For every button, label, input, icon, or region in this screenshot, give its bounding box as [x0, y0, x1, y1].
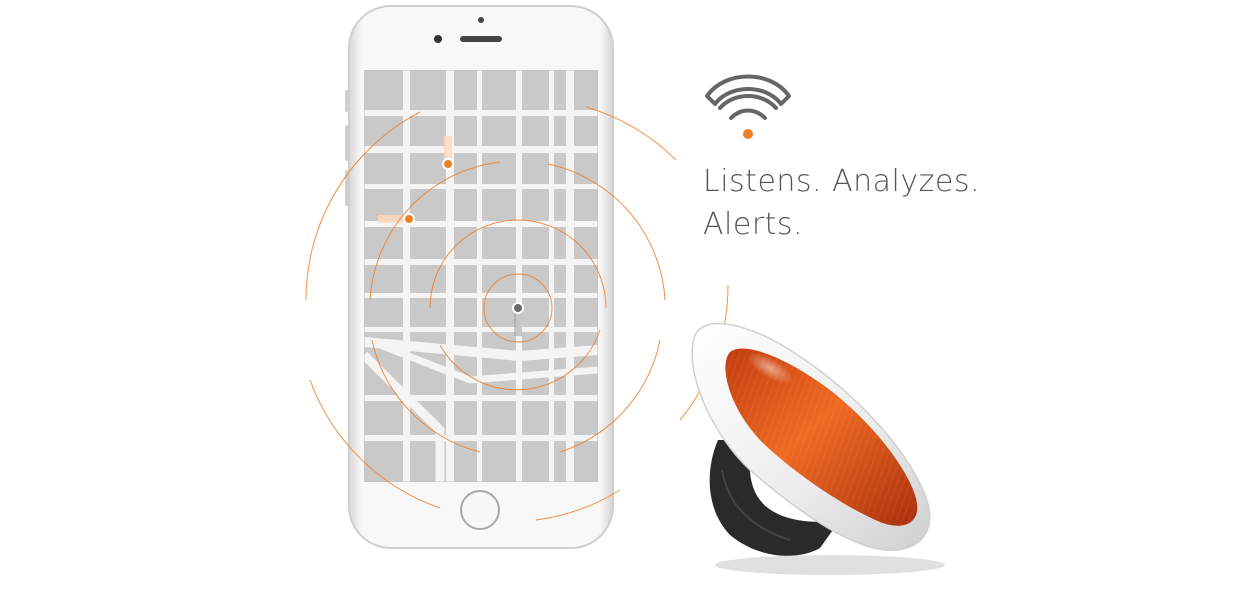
wearable-device	[691, 322, 945, 575]
phone-side-button	[345, 90, 349, 112]
phone-earpiece	[460, 36, 502, 42]
phone-screen-map	[364, 70, 598, 482]
tagline-line-2: Alerts.	[703, 207, 804, 242]
tagline-line-1: Listens. Analyzes.	[703, 164, 980, 199]
wifi-signal-icon	[705, 74, 791, 139]
phone-home-button	[460, 490, 500, 530]
device-shadow	[715, 555, 945, 575]
tagline: Listens. Analyzes. Alerts.	[703, 160, 1003, 246]
phone-front-sensor	[434, 35, 442, 43]
product-scene	[305, 5, 945, 575]
user-location-marker	[512, 302, 524, 314]
phone-camera	[478, 17, 484, 23]
smartphone	[345, 5, 614, 549]
phone-volume-up	[345, 125, 349, 161]
alert-marker-2	[403, 213, 415, 225]
alert-marker-1	[442, 158, 454, 170]
